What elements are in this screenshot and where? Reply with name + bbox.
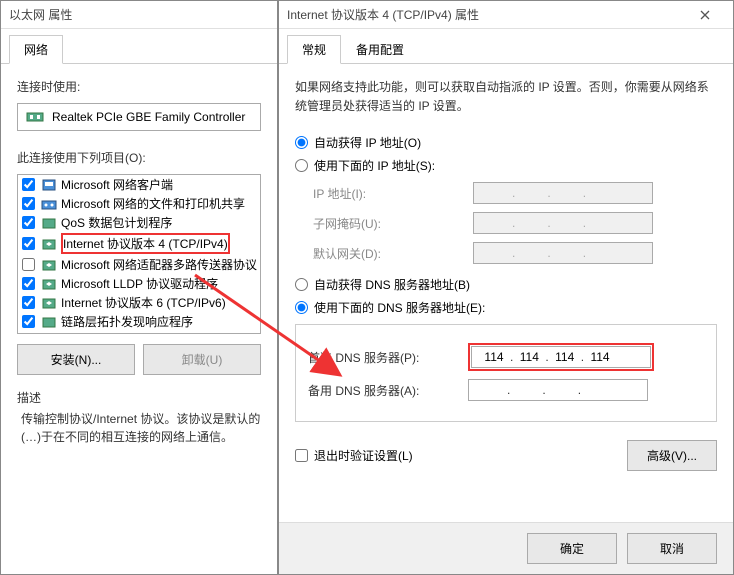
item-checkbox[interactable] bbox=[22, 178, 35, 191]
ip-fields: IP 地址(I):... 子网掩码(U):... 默认网关(D):... bbox=[313, 182, 717, 264]
ip-manual-label: 使用下面的 IP 地址(S): bbox=[314, 157, 435, 174]
dns-auto-radio-row[interactable]: 自动获得 DNS 服务器地址(B) bbox=[295, 276, 717, 293]
description-title: 描述 bbox=[17, 389, 261, 406]
list-item[interactable]: Microsoft 网络客户端 bbox=[18, 175, 260, 194]
item-label: Internet 协议版本 6 (TCP/IPv6) bbox=[61, 294, 226, 311]
dns-primary-highlight: . . . bbox=[468, 343, 654, 371]
close-icon bbox=[700, 10, 710, 20]
subnet-input: ... bbox=[473, 212, 653, 234]
ip-auto-radio-row[interactable]: 自动获得 IP 地址(O) bbox=[295, 134, 717, 151]
ip-address-label: IP 地址(I): bbox=[313, 185, 473, 202]
adapter-box[interactable]: Realtek PCIe GBE Family Controller bbox=[17, 103, 261, 131]
proto-icon bbox=[41, 258, 57, 272]
titlebar: Internet 协议版本 4 (TCP/IPv4) 属性 bbox=[279, 1, 733, 29]
item-label: Microsoft 网络客户端 bbox=[61, 176, 173, 193]
item-label: 链路层拓扑发现响应程序 bbox=[61, 313, 193, 330]
subnet-label: 子网掩码(U): bbox=[313, 215, 473, 232]
dns-p-seg2[interactable] bbox=[513, 350, 545, 364]
ip-manual-radio-row[interactable]: 使用下面的 IP 地址(S): bbox=[295, 157, 717, 174]
tab-general[interactable]: 常规 bbox=[287, 35, 341, 64]
ok-button[interactable]: 确定 bbox=[527, 533, 617, 564]
proto-icon bbox=[41, 237, 57, 251]
content: 连接时使用: Realtek PCIe GBE Family Controlle… bbox=[1, 64, 277, 460]
dns-auto-label: 自动获得 DNS 服务器地址(B) bbox=[314, 276, 470, 293]
button-row: 安装(N)... 卸载(U) bbox=[17, 344, 261, 375]
connect-using-label: 连接时使用: bbox=[17, 78, 261, 95]
list-item[interactable]: Internet 协议版本 4 (TCP/IPv4) bbox=[18, 232, 260, 255]
item-checkbox[interactable] bbox=[22, 296, 35, 309]
dns-alt-label: 备用 DNS 服务器(A): bbox=[308, 382, 468, 399]
install-button[interactable]: 安装(N)... bbox=[17, 344, 135, 375]
gateway-input: ... bbox=[473, 242, 653, 264]
list-item[interactable]: QoS 数据包计划程序 bbox=[18, 213, 260, 232]
list-item[interactable]: Internet 协议版本 6 (TCP/IPv6) bbox=[18, 293, 260, 312]
description-group: 描述 传输控制协议/Internet 协议。该协议是默认的(…)于在不同的相互连… bbox=[17, 389, 261, 446]
ip-auto-radio[interactable] bbox=[295, 136, 308, 149]
tabs: 常规 备用配置 bbox=[279, 29, 733, 64]
list-item[interactable]: 链路层拓扑发现响应程序 bbox=[18, 312, 260, 331]
client-icon bbox=[41, 178, 57, 192]
dns-manual-radio-row[interactable]: 使用下面的 DNS 服务器地址(E): bbox=[295, 299, 717, 316]
item-checkbox[interactable] bbox=[22, 277, 35, 290]
title: 以太网 属性 bbox=[9, 6, 72, 23]
dns-alt-input[interactable]: ... bbox=[468, 379, 648, 401]
item-checkbox[interactable] bbox=[22, 258, 35, 271]
gateway-label: 默认网关(D): bbox=[313, 245, 473, 262]
dns-p-seg3[interactable] bbox=[549, 350, 581, 364]
item-label: Microsoft 网络适配器多路传送器协议 bbox=[61, 256, 257, 273]
dns-p-seg4[interactable] bbox=[584, 350, 616, 364]
dns-primary-label: 首选 DNS 服务器(P): bbox=[308, 349, 468, 366]
tab-network[interactable]: 网络 bbox=[9, 35, 63, 64]
validate-checkbox-row[interactable]: 退出时验证设置(L) bbox=[295, 447, 413, 464]
network-adapter-icon bbox=[26, 110, 44, 124]
validate-label: 退出时验证设置(L) bbox=[314, 447, 413, 464]
list-item[interactable]: Microsoft 网络的文件和打印机共享 bbox=[18, 194, 260, 213]
dns-section: 首选 DNS 服务器(P): . . . 备用 DNS 服务器(A): ... bbox=[295, 324, 717, 422]
validate-checkbox[interactable] bbox=[295, 449, 308, 462]
dns-manual-radio[interactable] bbox=[295, 301, 308, 314]
tab-alt-config[interactable]: 备用配置 bbox=[341, 35, 419, 64]
info-text: 如果网络支持此功能，则可以获取自动指派的 IP 设置。否则，你需要从网络系统管理… bbox=[295, 78, 717, 116]
tabs: 网络 bbox=[1, 29, 277, 64]
items-label: 此连接使用下列项目(O): bbox=[17, 149, 261, 166]
qos-icon bbox=[41, 216, 57, 230]
list-item[interactable]: Microsoft LLDP 协议驱动程序 bbox=[18, 274, 260, 293]
proto-icon bbox=[41, 277, 57, 291]
ip-auto-label: 自动获得 IP 地址(O) bbox=[314, 134, 421, 151]
share-icon bbox=[41, 197, 57, 211]
dns-auto-radio[interactable] bbox=[295, 278, 308, 291]
list-item[interactable]: Microsoft 网络适配器多路传送器协议 bbox=[18, 255, 260, 274]
item-checkbox[interactable] bbox=[22, 237, 35, 250]
item-label: Microsoft 网络的文件和打印机共享 bbox=[61, 195, 245, 212]
item-checkbox[interactable] bbox=[22, 197, 35, 210]
description-text: 传输控制协议/Internet 协议。该协议是默认的(…)于在不同的相互连接的网… bbox=[17, 410, 261, 446]
ipv4-properties-window: Internet 协议版本 4 (TCP/IPv4) 属性 常规 备用配置 如果… bbox=[278, 0, 734, 575]
close-button[interactable] bbox=[685, 3, 725, 27]
uninstall-button: 卸载(U) bbox=[143, 344, 261, 375]
titlebar: 以太网 属性 bbox=[1, 1, 277, 29]
ethernet-properties-window: 以太网 属性 网络 连接时使用: Realtek PCIe GBE Family… bbox=[0, 0, 278, 575]
lltd-icon bbox=[41, 315, 57, 329]
item-label: Microsoft LLDP 协议驱动程序 bbox=[61, 275, 218, 292]
ip-address-input: ... bbox=[473, 182, 653, 204]
content: 如果网络支持此功能，则可以获取自动指派的 IP 设置。否则，你需要从网络系统管理… bbox=[279, 64, 733, 531]
dns-manual-label: 使用下面的 DNS 服务器地址(E): bbox=[314, 299, 485, 316]
dns-p-seg1[interactable] bbox=[478, 350, 510, 364]
item-checkbox[interactable] bbox=[22, 216, 35, 229]
title: Internet 协议版本 4 (TCP/IPv4) 属性 bbox=[287, 6, 479, 23]
adapter-name: Realtek PCIe GBE Family Controller bbox=[52, 110, 245, 124]
footer-buttons: 确定 取消 bbox=[279, 522, 733, 574]
ip-manual-radio[interactable] bbox=[295, 159, 308, 172]
advanced-button[interactable]: 高级(V)... bbox=[627, 440, 717, 471]
item-checkbox[interactable] bbox=[22, 315, 35, 328]
items-list[interactable]: Microsoft 网络客户端 Microsoft 网络的文件和打印机共享 QoS … bbox=[17, 174, 261, 334]
proto-icon bbox=[41, 296, 57, 310]
cancel-button[interactable]: 取消 bbox=[627, 533, 717, 564]
item-label: Internet 协议版本 4 (TCP/IPv4) bbox=[61, 233, 230, 254]
item-label: QoS 数据包计划程序 bbox=[61, 214, 172, 231]
dns-primary-input[interactable]: . . . bbox=[471, 346, 651, 368]
